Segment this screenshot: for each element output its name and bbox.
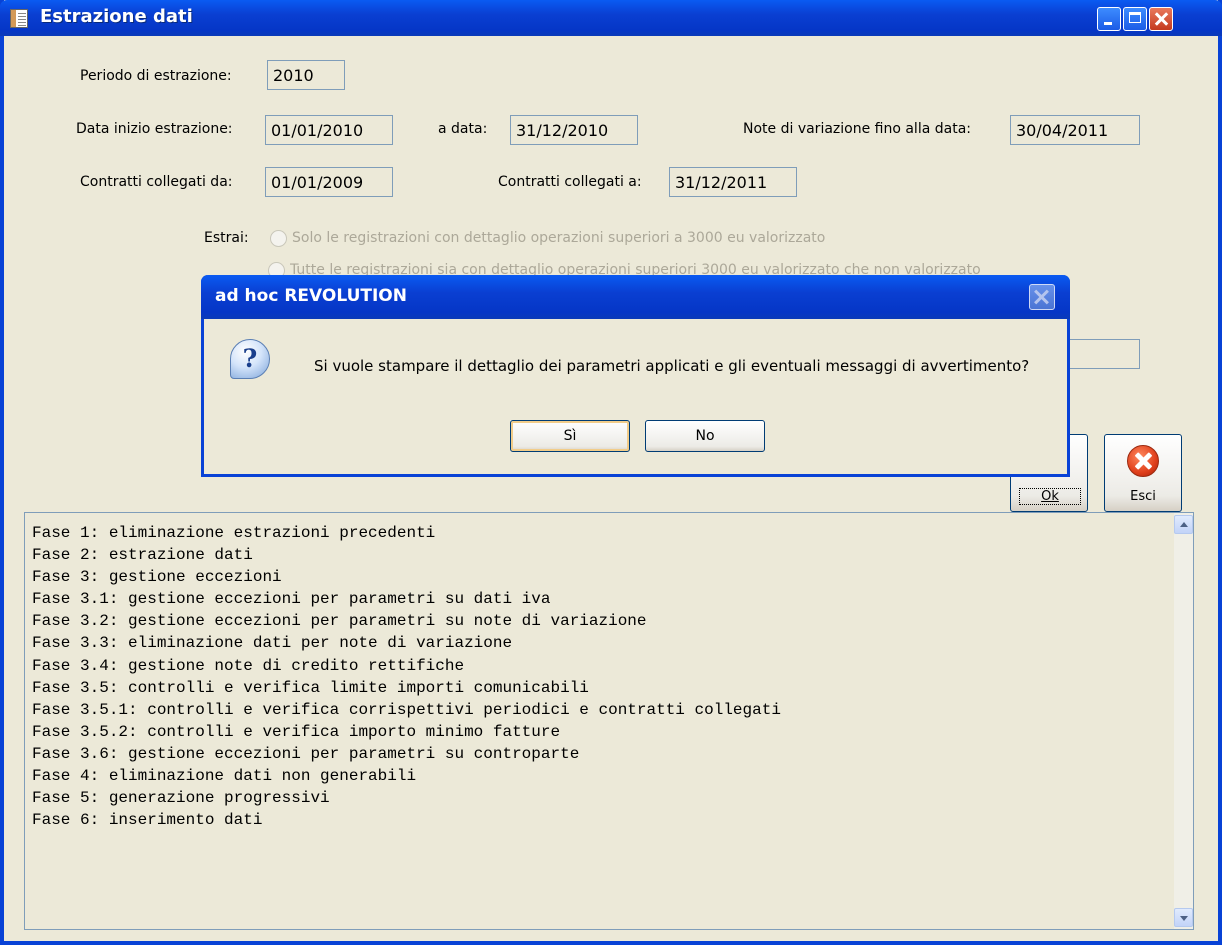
close-icon[interactable] bbox=[1149, 7, 1173, 31]
estrai-radio-1[interactable] bbox=[270, 230, 287, 247]
contratti-a-field[interactable]: 31/12/2011 bbox=[669, 167, 797, 197]
dialog-title: ad hoc REVOLUTION bbox=[215, 286, 407, 306]
log-line: Fase 3.2: gestione eccezioni per paramet… bbox=[32, 612, 647, 631]
contratti-a-label: Contratti collegati a: bbox=[498, 174, 642, 190]
esci-button[interactable]: Esci bbox=[1104, 434, 1182, 512]
log-line: Fase 3.5: controlli e verifica limite im… bbox=[32, 678, 589, 697]
periodo-label: Periodo di estrazione: bbox=[80, 68, 232, 84]
title-bar[interactable]: Estrazione dati bbox=[0, 0, 1222, 36]
contratti-da-field[interactable]: 01/01/2009 bbox=[265, 167, 393, 197]
data-inizio-label: Data inizio estrazione: bbox=[76, 121, 233, 137]
question-icon: ? bbox=[230, 339, 270, 379]
minimize-icon[interactable] bbox=[1097, 7, 1121, 31]
close-circle-icon bbox=[1127, 445, 1159, 477]
log-line: Fase 4: eliminazione dati non generabili bbox=[32, 767, 417, 786]
estrai-option-1-label: Solo le registrazioni con dettaglio oper… bbox=[292, 230, 826, 246]
note-variazione-field[interactable]: 30/04/2011 bbox=[1010, 115, 1140, 145]
confirm-dialog: ad hoc REVOLUTION ? Si vuole stampare il… bbox=[201, 275, 1070, 477]
note-variazione-label: Note di variazione fino alla data: bbox=[743, 121, 971, 137]
dialog-title-bar[interactable]: ad hoc REVOLUTION bbox=[201, 275, 1070, 319]
log-line: Fase 3.6: gestione eccezioni per paramet… bbox=[32, 744, 580, 763]
log-line: Fase 3.5.1: controlli e verifica corrisp… bbox=[32, 700, 781, 719]
esci-button-label: Esci bbox=[1130, 489, 1156, 504]
estrai-label: Estrai: bbox=[204, 230, 249, 246]
log-line: Fase 5: generazione progressivi bbox=[32, 789, 330, 808]
dialog-close-icon[interactable] bbox=[1029, 284, 1055, 310]
scroll-down-icon[interactable] bbox=[1174, 908, 1193, 927]
app-icon bbox=[10, 9, 28, 28]
ok-button-label: Ok bbox=[1019, 488, 1081, 505]
no-button[interactable]: No bbox=[645, 420, 765, 452]
log-lines: Fase 1: eliminazione estrazioni preceden… bbox=[32, 522, 781, 831]
log-line: Fase 3.5.2: controlli e verifica importo… bbox=[32, 722, 561, 741]
log-line: Fase 2: estrazione dati bbox=[32, 546, 253, 565]
maximize-icon[interactable] bbox=[1123, 7, 1147, 31]
dialog-message: Si vuole stampare il dettaglio dei param… bbox=[314, 357, 1030, 375]
log-line: Fase 6: inserimento dati bbox=[32, 811, 263, 830]
log-line: Fase 3.1: gestione eccezioni per paramet… bbox=[32, 590, 551, 609]
periodo-field[interactable]: 2010 bbox=[267, 60, 345, 90]
a-data-field[interactable]: 31/12/2010 bbox=[510, 115, 638, 145]
log-line: Fase 3: gestione eccezioni bbox=[32, 568, 282, 587]
log-line: Fase 3.4: gestione note di credito retti… bbox=[32, 656, 465, 675]
question-glyph: ? bbox=[242, 344, 258, 373]
vertical-scrollbar[interactable] bbox=[1174, 513, 1193, 929]
log-line: Fase 3.3: eliminazione dati per note di … bbox=[32, 634, 513, 653]
log-line: Fase 1: eliminazione estrazioni preceden… bbox=[32, 524, 436, 542]
contratti-da-label: Contratti collegati da: bbox=[80, 174, 233, 190]
log-textarea[interactable]: Fase 1: eliminazione estrazioni preceden… bbox=[24, 512, 1194, 930]
data-inizio-field[interactable]: 01/01/2010 bbox=[265, 115, 393, 145]
yes-button[interactable]: Sì bbox=[510, 420, 630, 452]
a-data-label: a data: bbox=[438, 121, 488, 137]
scroll-up-icon[interactable] bbox=[1174, 515, 1193, 534]
window-title: Estrazione dati bbox=[40, 6, 193, 27]
